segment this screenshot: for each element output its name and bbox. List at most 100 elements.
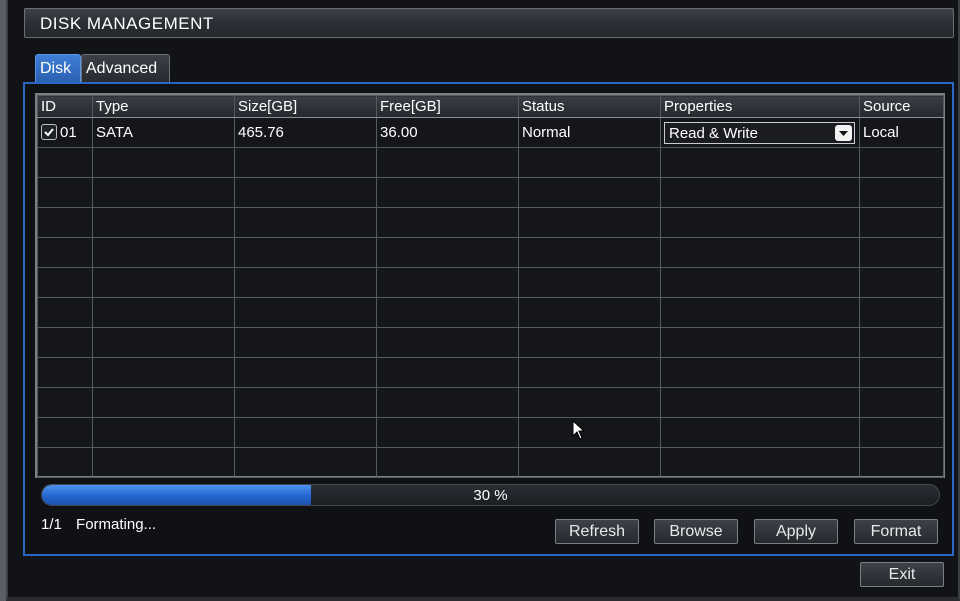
- column-header-size[interactable]: Size[GB]: [234, 95, 377, 118]
- table-cell-empty: [518, 297, 661, 328]
- table-cell-empty: [37, 297, 93, 328]
- table-cell-empty: [660, 237, 860, 268]
- table-cell-empty: [376, 417, 519, 448]
- table-cell-empty: [859, 357, 944, 388]
- table-row[interactable]: 01 SATA 465.76 36.00 Normal Read & Write: [37, 117, 944, 148]
- column-header-status[interactable]: Status: [518, 95, 661, 118]
- table-cell-empty: [859, 327, 944, 358]
- tab-advanced[interactable]: Advanced: [81, 54, 170, 83]
- column-header-free[interactable]: Free[GB]: [376, 95, 519, 118]
- table-row-empty[interactable]: [37, 177, 944, 208]
- browse-button[interactable]: Browse: [654, 519, 738, 544]
- tab-disk[interactable]: Disk: [35, 54, 81, 83]
- column-header-source[interactable]: Source: [859, 95, 944, 118]
- table-cell-empty: [518, 267, 661, 298]
- disk-table-container: ID Type Size[GB] Free[GB] Status Propert…: [35, 93, 945, 478]
- table-row-empty[interactable]: [37, 237, 944, 268]
- table-cell-empty: [376, 147, 519, 178]
- table-row-empty[interactable]: [37, 147, 944, 178]
- table-cell-empty: [92, 327, 235, 358]
- table-cell-empty: [234, 207, 377, 238]
- format-progress-bar: 30 %: [41, 484, 940, 506]
- table-header-row: ID Type Size[GB] Free[GB] Status Propert…: [37, 95, 944, 118]
- table-cell-empty: [376, 177, 519, 208]
- table-row-empty[interactable]: [37, 327, 944, 358]
- exit-button[interactable]: Exit: [860, 562, 944, 587]
- table-row-empty[interactable]: [37, 207, 944, 238]
- properties-dropdown[interactable]: Read & Write: [664, 121, 855, 144]
- disk-management-window: DISK MANAGEMENT Disk Advanced ID Type Si…: [6, 0, 960, 601]
- table-cell-empty: [376, 447, 519, 478]
- table-cell-empty: [92, 357, 235, 388]
- table-cell-empty: [660, 447, 860, 478]
- table-cell-empty: [234, 177, 377, 208]
- table-cell-empty: [234, 387, 377, 418]
- table-cell-empty: [859, 267, 944, 298]
- table-cell-empty: [518, 237, 661, 268]
- table-cell-empty: [660, 177, 860, 208]
- table-cell-empty: [660, 417, 860, 448]
- table-row-empty[interactable]: [37, 357, 944, 388]
- column-header-type[interactable]: Type: [92, 95, 235, 118]
- table-cell-empty: [376, 237, 519, 268]
- table-cell-empty: [92, 387, 235, 418]
- table-cell-empty: [518, 387, 661, 418]
- table-cell-empty: [859, 417, 944, 448]
- mouse-cursor-icon: [572, 420, 586, 440]
- format-button[interactable]: Format: [854, 519, 938, 544]
- cell-id: 01: [37, 117, 93, 148]
- table-cell-empty: [859, 237, 944, 268]
- table-row-empty[interactable]: [37, 297, 944, 328]
- check-icon: [44, 127, 54, 137]
- table-cell-empty: [518, 357, 661, 388]
- table-cell-empty: [518, 177, 661, 208]
- table-cell-empty: [92, 417, 235, 448]
- apply-button[interactable]: Apply: [754, 519, 838, 544]
- table-cell-empty: [660, 327, 860, 358]
- dropdown-arrow-icon[interactable]: [835, 124, 852, 141]
- properties-selected-value: Read & Write: [669, 124, 758, 142]
- table-row-empty[interactable]: [37, 417, 944, 448]
- table-cell-empty: [92, 297, 235, 328]
- table-cell-empty: [92, 267, 235, 298]
- table-cell-empty: [660, 207, 860, 238]
- table-cell-empty: [376, 207, 519, 238]
- table-cell-empty: [37, 147, 93, 178]
- status-line: 1/1 Formating...: [41, 516, 166, 533]
- cell-size: 465.76: [234, 117, 377, 148]
- table-cell-empty: [37, 237, 93, 268]
- cell-source: Local: [859, 117, 944, 148]
- table-cell-empty: [234, 267, 377, 298]
- table-cell-empty: [518, 207, 661, 238]
- table-cell-empty: [859, 147, 944, 178]
- column-header-id[interactable]: ID: [37, 95, 93, 118]
- table-cell-empty: [859, 207, 944, 238]
- table-cell-empty: [37, 357, 93, 388]
- table-cell-empty: [660, 357, 860, 388]
- table-cell-empty: [92, 147, 235, 178]
- progress-label: 30 %: [473, 487, 508, 504]
- table-cell-empty: [37, 417, 93, 448]
- table-row-empty[interactable]: [37, 267, 944, 298]
- disk-select-checkbox[interactable]: [41, 123, 57, 140]
- table-cell-empty: [660, 387, 860, 418]
- table-cell-empty: [859, 387, 944, 418]
- column-header-properties[interactable]: Properties: [660, 95, 860, 118]
- table-row-empty[interactable]: [37, 447, 944, 478]
- table-cell-empty: [376, 267, 519, 298]
- table-cell-empty: [376, 357, 519, 388]
- table-cell-empty: [660, 267, 860, 298]
- cell-free: 36.00: [376, 117, 519, 148]
- table-cell-empty: [234, 237, 377, 268]
- table-cell-empty: [518, 447, 661, 478]
- table-cell-empty: [376, 327, 519, 358]
- table-cell-empty: [859, 447, 944, 478]
- table-cell-empty: [234, 297, 377, 328]
- table-cell-empty: [234, 327, 377, 358]
- window-title: DISK MANAGEMENT: [40, 14, 214, 33]
- table-cell-empty: [660, 297, 860, 328]
- table-row-empty[interactable]: [37, 387, 944, 418]
- refresh-button[interactable]: Refresh: [555, 519, 639, 544]
- table-cell-empty: [376, 387, 519, 418]
- table-cell-empty: [234, 357, 377, 388]
